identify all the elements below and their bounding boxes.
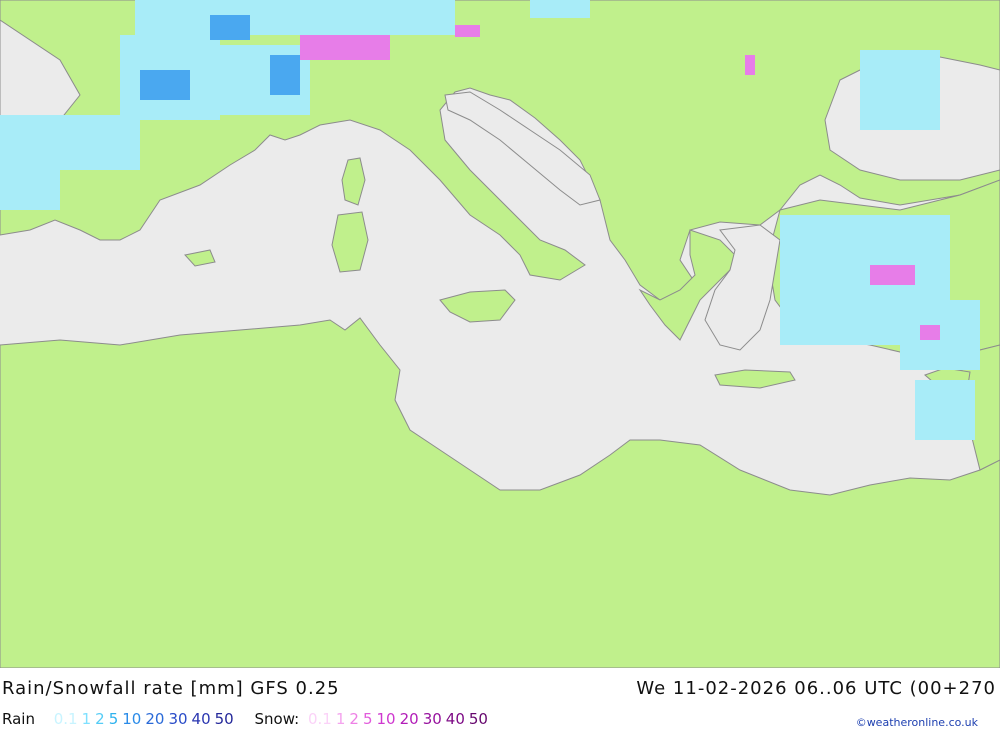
rain-scale-value: 40 xyxy=(191,710,211,728)
snow-patch xyxy=(455,25,480,37)
snow-scale-value: 2 xyxy=(349,710,359,728)
legend: Rain 0.1 1 2 5 10 20 30 40 50 Snow: 0.1 1 2 5 10 20 30… xyxy=(2,710,496,728)
map-footer: Rain/Snowfall rate [mm] GFS 0.25 We 11-0… xyxy=(0,668,1000,733)
valid-time: We 11-02-2026 06..06 UTC (00+270 xyxy=(636,678,996,699)
snow-scale: 0.1 1 2 5 10 20 30 40 50 xyxy=(308,710,492,728)
rain-patch xyxy=(860,50,940,130)
snow-scale-value: 50 xyxy=(468,710,488,728)
rain-patch xyxy=(915,380,975,440)
rain-scale: 0.1 1 2 5 10 20 30 40 50 xyxy=(54,710,238,728)
snow-patch xyxy=(300,35,390,60)
rain-heavy-patch xyxy=(210,15,250,40)
rain-scale-value: 0.1 xyxy=(53,710,78,728)
snow-scale-value: 5 xyxy=(362,710,373,728)
map-canvas xyxy=(0,0,1000,669)
snow-legend-label: Snow: xyxy=(254,710,300,728)
map-title: Rain/Snowfall rate [mm] GFS 0.25 xyxy=(2,678,340,699)
precipitation-map xyxy=(0,0,1000,669)
snow-scale-value: 1 xyxy=(335,710,346,728)
credit-link[interactable]: ©weatheronline.co.uk xyxy=(856,716,978,729)
rain-scale-value: 5 xyxy=(108,710,119,728)
rain-patch xyxy=(530,0,590,18)
snow-scale-value: 10 xyxy=(376,710,396,728)
rain-patch xyxy=(135,0,455,35)
snow-patch xyxy=(870,265,915,285)
rain-scale-value: 30 xyxy=(168,710,188,728)
rain-scale-value: 10 xyxy=(122,710,142,728)
snow-scale-value: 40 xyxy=(445,710,465,728)
snow-scale-value: 20 xyxy=(399,710,419,728)
rain-scale-value: 1 xyxy=(81,710,92,728)
rain-legend-label: Rain xyxy=(2,710,35,728)
rain-scale-value: 20 xyxy=(145,710,165,728)
rain-scale-value: 2 xyxy=(95,710,105,728)
rain-heavy-patch xyxy=(270,55,300,95)
snow-patch xyxy=(920,325,940,340)
snow-scale-value: 30 xyxy=(422,710,442,728)
rain-patch xyxy=(0,150,60,210)
snow-scale-value: 0.1 xyxy=(308,710,332,728)
rain-heavy-patch xyxy=(140,70,190,100)
snow-patch xyxy=(745,55,755,75)
rain-scale-value: 50 xyxy=(214,710,234,728)
